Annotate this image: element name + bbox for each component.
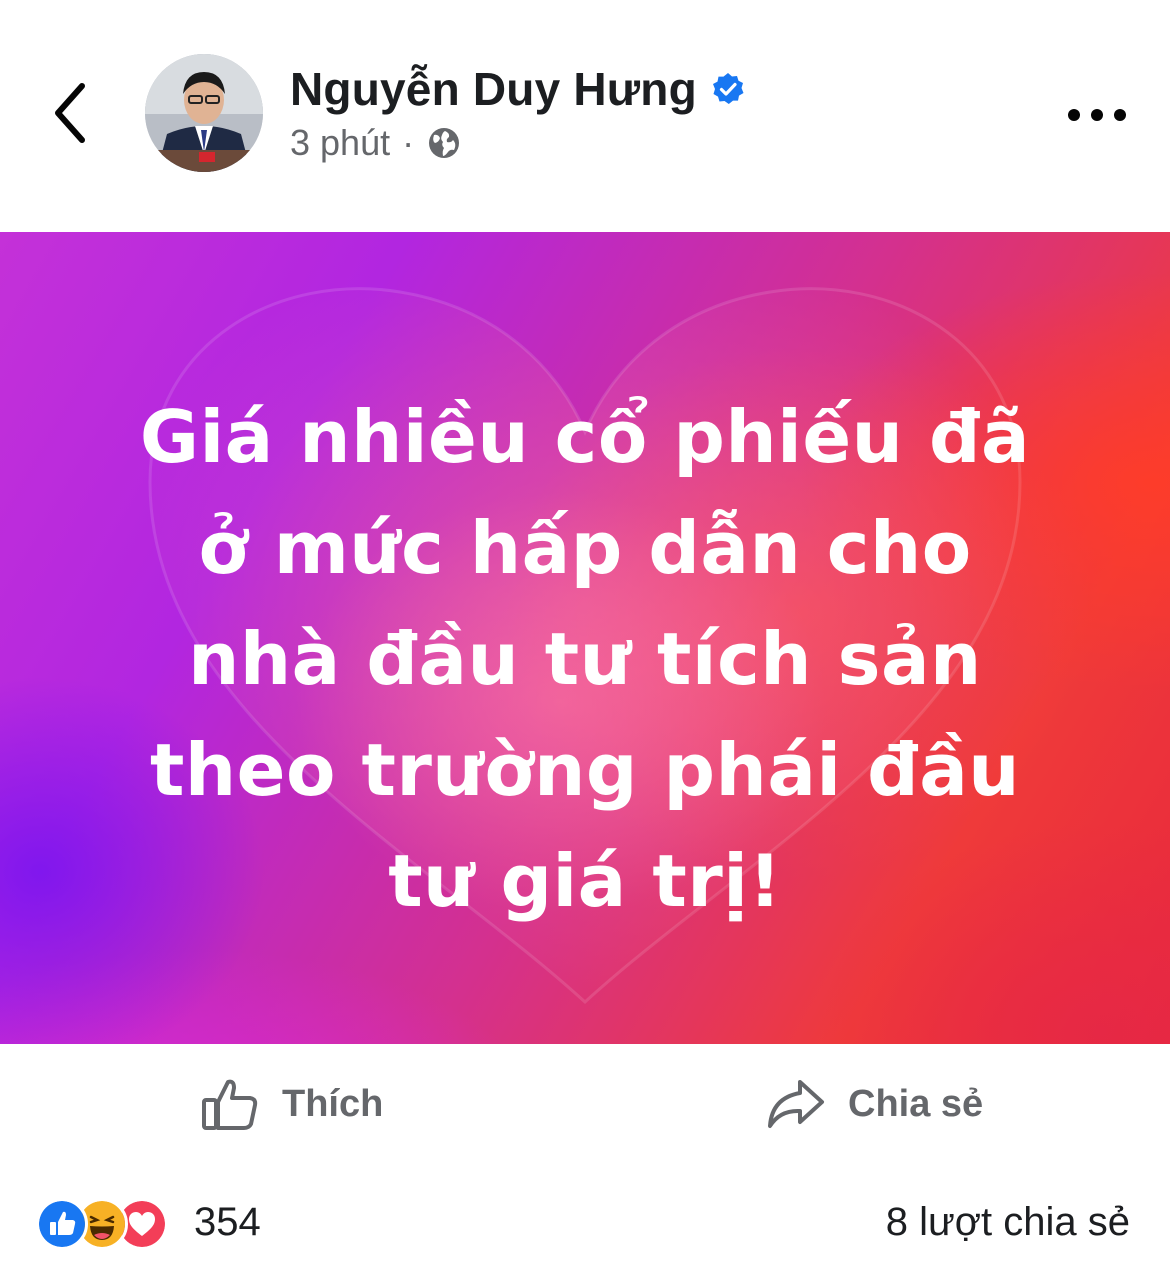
post-actions-bar: Thích Chia sẻ (0, 1044, 1170, 1174)
post-text-line: tư giá trị! (388, 839, 782, 923)
post-text-line: Giá nhiều cổ phiếu đã (139, 395, 1031, 479)
globe-icon[interactable] (426, 125, 462, 161)
author-name[interactable]: Nguyễn Duy Hưng (290, 62, 697, 116)
post-header: Nguyễn Duy Hưng 3 phút · (0, 0, 1170, 232)
share-button[interactable]: Chia sẻ (766, 1074, 983, 1134)
share-count[interactable]: 8 lượt chia sẻ (886, 1200, 1130, 1245)
share-arrow-icon (768, 1080, 824, 1128)
post-text-line: ở mức hấp dẫn cho (198, 506, 972, 590)
post-stats: 354 8 lượt chia sẻ (0, 1178, 1170, 1279)
more-options-button[interactable] (1062, 100, 1132, 130)
share-label: Chia sẻ (848, 1082, 984, 1125)
author-row: Nguyễn Duy Hưng (290, 62, 745, 116)
thumbs-up-icon (202, 1079, 258, 1130)
post-meta: 3 phút · (290, 122, 462, 164)
post-text: Giá nhiều cổ phiếu đã ở mức hấp dẫn cho … (60, 382, 1110, 937)
like-reaction-icon (36, 1198, 88, 1250)
post-background[interactable]: Giá nhiều cổ phiếu đã ở mức hấp dẫn cho … (0, 232, 1170, 1044)
avatar[interactable] (145, 54, 263, 172)
reaction-count[interactable]: 354 (194, 1200, 261, 1245)
chevron-left-icon (55, 83, 85, 143)
meta-separator: · (402, 122, 415, 163)
post-text-line: nhà đầu tư tích sản (188, 617, 982, 701)
post-time[interactable]: 3 phút (290, 122, 390, 164)
post-text-line: theo trường phái đầu (149, 728, 1021, 812)
like-label: Thích (282, 1082, 384, 1125)
verified-badge-icon (712, 73, 744, 104)
like-button[interactable]: Thích (200, 1074, 383, 1134)
back-button[interactable] (44, 78, 104, 148)
reaction-icons[interactable] (36, 1198, 168, 1250)
more-dots-icon (1068, 109, 1126, 121)
